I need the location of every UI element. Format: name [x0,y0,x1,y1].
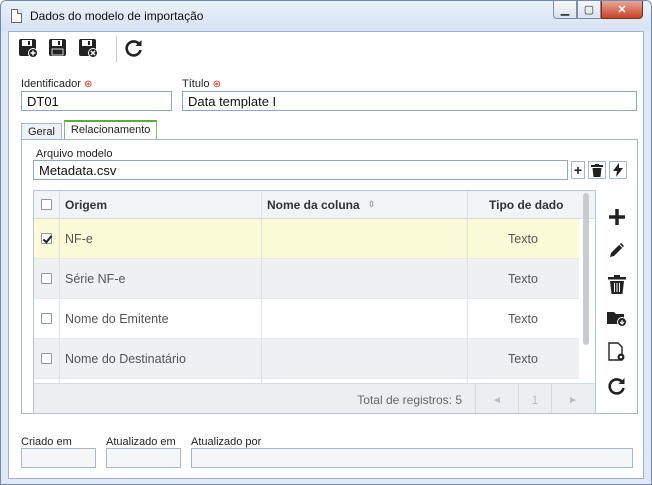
relacionamento-panel: Arquivo modelo Metadata.csv + Origem Nom… [21,139,638,414]
minimize-icon: ▁ [560,4,570,16]
row-origem: Nome do Destinatário [65,351,186,366]
toolbar-separator [116,36,117,62]
save-new-button[interactable] [17,37,39,59]
plus-icon: + [573,162,583,178]
row-checkbox[interactable] [41,339,52,378]
required-icon: ⊛ [212,79,221,90]
document-icon [11,9,22,23]
close-button[interactable]: ✕ [601,1,643,19]
save-close-button[interactable] [77,37,99,59]
refresh-grid-button[interactable] [605,374,629,398]
arquivo-input[interactable]: Metadata.csv [33,160,568,180]
required-icon: ⊛ [84,79,93,90]
mapping-grid: Origem Nome da coluna ⇳ Tipo de dado NF-e… [33,190,596,414]
refresh-icon [608,378,625,395]
titulo-label: Título ⊛ [182,78,221,90]
tab-bar: Geral Relacionamento [21,120,159,142]
dialog-window: Dados do modelo de importação ▁ ▢ ✕ Iden… [0,0,652,485]
delete-file-button[interactable] [588,161,606,179]
maximize-button[interactable]: ▢ [577,1,601,19]
identificador-input[interactable]: DT01 [21,91,172,111]
generate-button[interactable] [609,161,627,179]
atualizado-por-field [191,448,633,468]
row-checkbox[interactable] [41,259,52,298]
trash-icon [608,274,626,294]
atualizado-por-label: Atualizado por [191,436,262,448]
checkbox-icon [41,199,52,210]
grid-header: Origem Nome da coluna ⇳ Tipo de dado [34,191,595,219]
select-all-checkbox[interactable] [41,191,57,218]
column-origem[interactable]: Origem [65,191,107,218]
minimize-button[interactable]: ▁ [553,1,577,19]
total-records: Total de registros: 5 [357,393,462,407]
titulo-input[interactable]: Data template I [182,91,637,111]
atualizado-em-label: Atualizado em [106,436,176,448]
next-icon: ► [568,394,578,406]
edit-row-button[interactable] [605,238,629,262]
grid-footer: Total de registros: 5 ◄ 1 ► [34,383,595,413]
row-origem: Nome do Emitente [65,311,169,326]
save-new-icon [19,39,38,58]
checkbox-icon [41,273,52,284]
column-nome-coluna[interactable]: Nome da coluna ⇳ [267,191,375,218]
checkbox-icon [41,313,52,324]
add-row-button[interactable] [605,205,629,229]
row-tipo: Texto [508,271,538,286]
column-divider [467,191,468,383]
trash-icon [591,163,603,177]
lightning-icon [613,163,623,177]
column-tipo-dado[interactable]: Tipo de dado [489,191,563,218]
row-checkbox[interactable] [41,219,52,258]
page-number[interactable]: 1 [519,384,551,413]
table-row[interactable]: Nome do Emitente Texto [34,299,579,339]
sort-icon: ⇳ [367,199,376,209]
atualizado-em-field [106,448,181,468]
prev-page-button[interactable]: ◄ [476,384,518,413]
next-page-button[interactable]: ► [552,384,594,413]
row-tipo: Texto [508,311,538,326]
window-title: Dados do modelo de importação [30,9,204,23]
refresh-button[interactable] [123,37,145,59]
close-icon: ✕ [617,4,627,16]
vertical-scrollbar[interactable] [583,193,589,345]
maximize-icon: ▢ [583,4,595,16]
document-settings-button[interactable] [605,340,629,364]
column-divider [59,191,60,383]
checkbox-icon [41,353,52,364]
dialog-content: Identificador ⊛ DT01 Título ⊛ Data templ… [8,31,644,479]
table-row[interactable]: NF-e Texto [34,219,579,259]
add-file-button[interactable]: + [571,161,585,179]
criado-em-label: Criado em [21,436,72,448]
identificador-label: Identificador ⊛ [21,78,93,90]
folder-icon [607,312,627,327]
document-gear-icon [608,342,625,361]
arquivo-label: Arquivo modelo [36,148,113,160]
pencil-icon [610,243,624,257]
title-bar[interactable]: Dados do modelo de importação ▁ ▢ ✕ [1,1,651,31]
delete-row-button[interactable] [605,272,629,296]
import-folder-button[interactable] [605,306,629,330]
column-divider [261,191,262,383]
table-row[interactable]: Nome do Destinatário Texto [34,339,579,379]
toolbar [9,32,643,66]
tab-relacionamento[interactable]: Relacionamento [63,120,158,140]
plus-icon [609,209,625,225]
checkbox-checked-icon [41,233,52,244]
refresh-icon [125,40,142,57]
save-icon [49,39,66,56]
prev-icon: ◄ [492,394,502,406]
column-nome-coluna-label: Nome da coluna [267,197,360,212]
save-button[interactable] [47,37,69,59]
row-checkbox[interactable] [41,299,52,338]
row-origem: NF-e [65,231,93,246]
criado-em-field [21,448,96,468]
table-row[interactable]: Série NF-e Texto [34,259,579,299]
row-tipo: Texto [508,231,538,246]
row-tipo: Texto [508,351,538,366]
row-origem: Série NF-e [65,271,126,286]
save-close-icon [79,39,98,58]
